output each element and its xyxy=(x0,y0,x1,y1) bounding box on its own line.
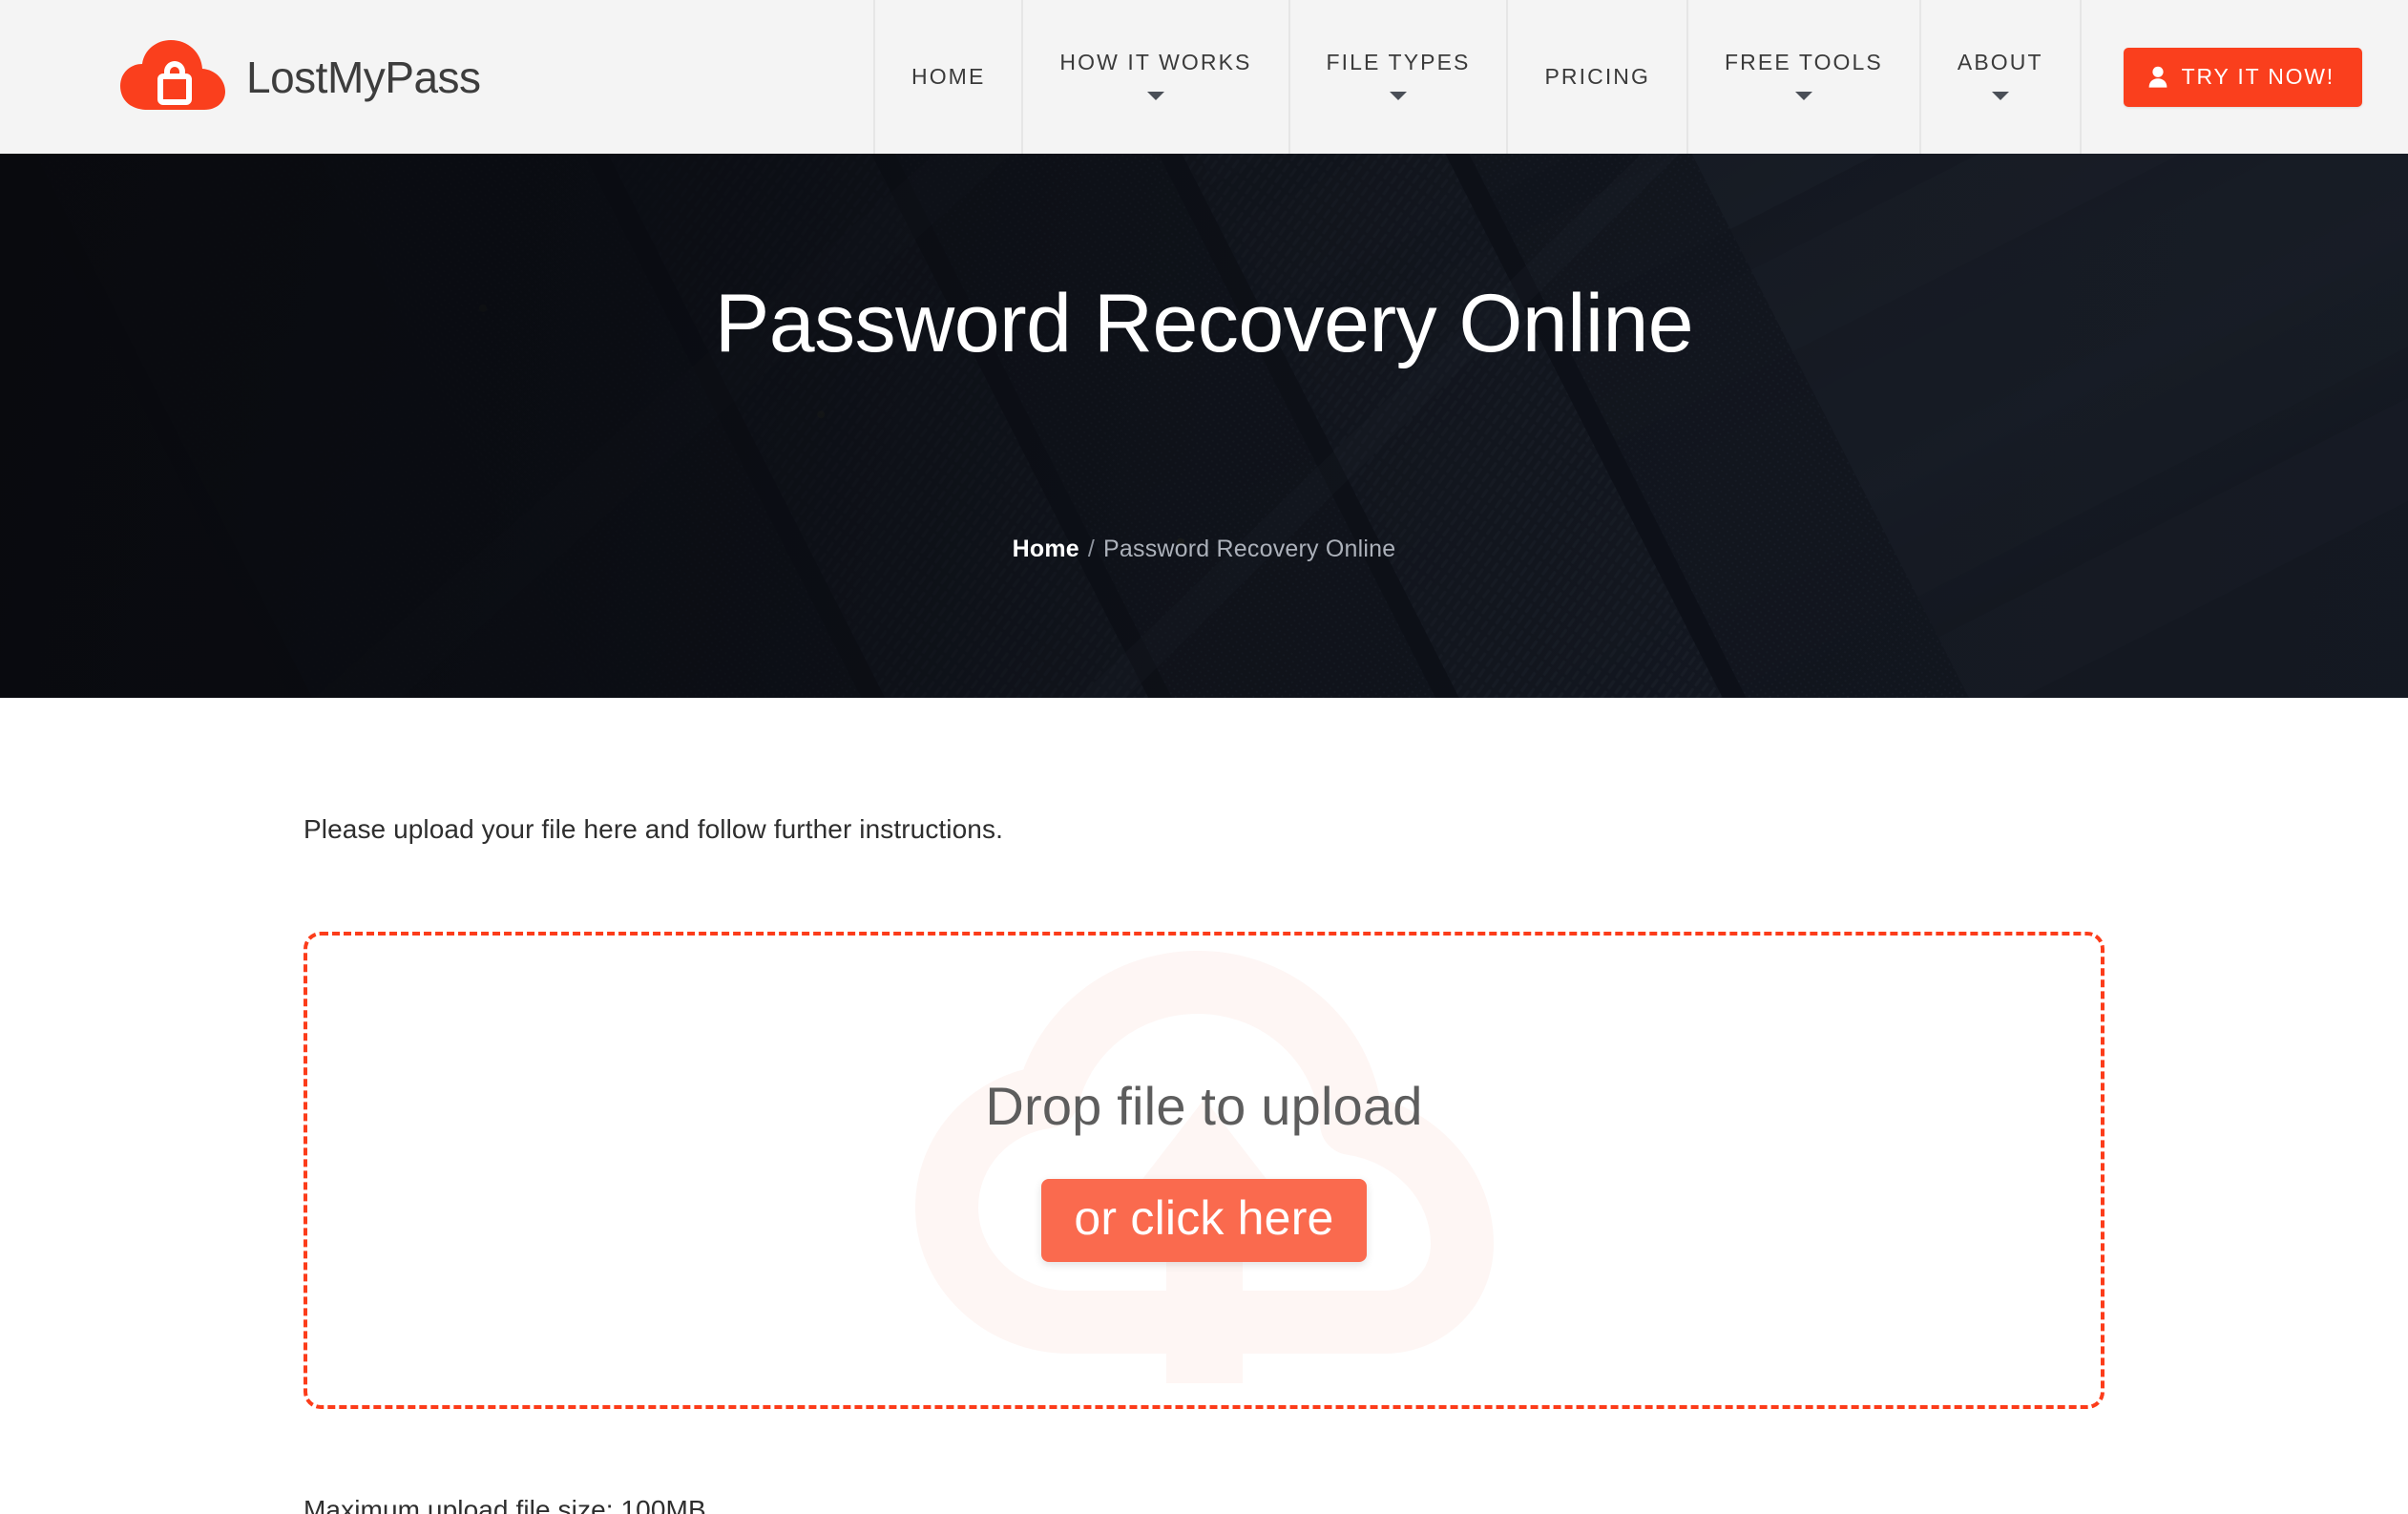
breadcrumb-home-link[interactable]: Home xyxy=(1013,536,1079,563)
cloud-lock-icon xyxy=(116,37,229,117)
nav-item-label: HOW IT WORKS xyxy=(1059,50,1252,74)
chevron-down-icon xyxy=(1389,92,1407,100)
nav-item-label: FILE TYPES xyxy=(1326,50,1471,74)
nav-item-label: PRICING xyxy=(1544,64,1651,89)
header-cta-container: TRY IT NOW! xyxy=(2082,0,2408,154)
nav-item-label: FREE TOOLS xyxy=(1725,50,1883,74)
brand-name: LostMyPass xyxy=(246,52,481,102)
site-header: LostMyPass HOME HOW IT WORKS FILE TYPES … xyxy=(0,0,2408,154)
try-it-now-button[interactable]: TRY IT NOW! xyxy=(2123,47,2362,107)
cloud-upload-icon xyxy=(914,951,1494,1383)
breadcrumb: Home / Password Recovery Online xyxy=(1013,536,1396,563)
main-navigation: HOME HOW IT WORKS FILE TYPES PRICING FRE… xyxy=(872,0,2082,154)
nav-item-pricing[interactable]: PRICING xyxy=(1506,0,1686,154)
hero-section: Password Recovery Online Home / Password… xyxy=(0,154,2408,698)
nav-item-home[interactable]: HOME xyxy=(872,0,1021,154)
chevron-down-icon xyxy=(1991,92,2009,100)
breadcrumb-separator: / xyxy=(1087,535,1096,562)
chevron-down-icon xyxy=(1146,92,1164,100)
click-to-upload-button[interactable]: or click here xyxy=(1041,1178,1367,1262)
main-content: Please upload your file here and follow … xyxy=(0,810,2408,1514)
nav-item-label: ABOUT xyxy=(1957,50,2043,74)
nav-item-label: HOME xyxy=(911,64,986,89)
intro-instructions: Please upload your file here and follow … xyxy=(304,814,1003,844)
brand-logo-link[interactable]: LostMyPass xyxy=(0,0,519,154)
user-icon xyxy=(2148,66,2167,88)
nav-item-free-tools[interactable]: FREE TOOLS xyxy=(1686,0,1919,154)
file-dropzone[interactable]: Drop file to upload or click here xyxy=(304,932,2104,1409)
max-upload-size-note: Maximum upload file size: 100MB xyxy=(304,1495,706,1514)
nav-item-how-it-works[interactable]: HOW IT WORKS xyxy=(1021,0,1288,154)
nav-item-file-types[interactable]: FILE TYPES xyxy=(1288,0,1507,154)
nav-item-about[interactable]: ABOUT xyxy=(1918,0,2082,154)
chevron-down-icon xyxy=(1794,92,1812,100)
page-title: Password Recovery Online xyxy=(714,278,1694,369)
breadcrumb-current: Password Recovery Online xyxy=(1103,535,1396,562)
dropzone-title: Drop file to upload xyxy=(985,1075,1423,1136)
try-it-now-label: TRY IT NOW! xyxy=(2181,63,2335,89)
